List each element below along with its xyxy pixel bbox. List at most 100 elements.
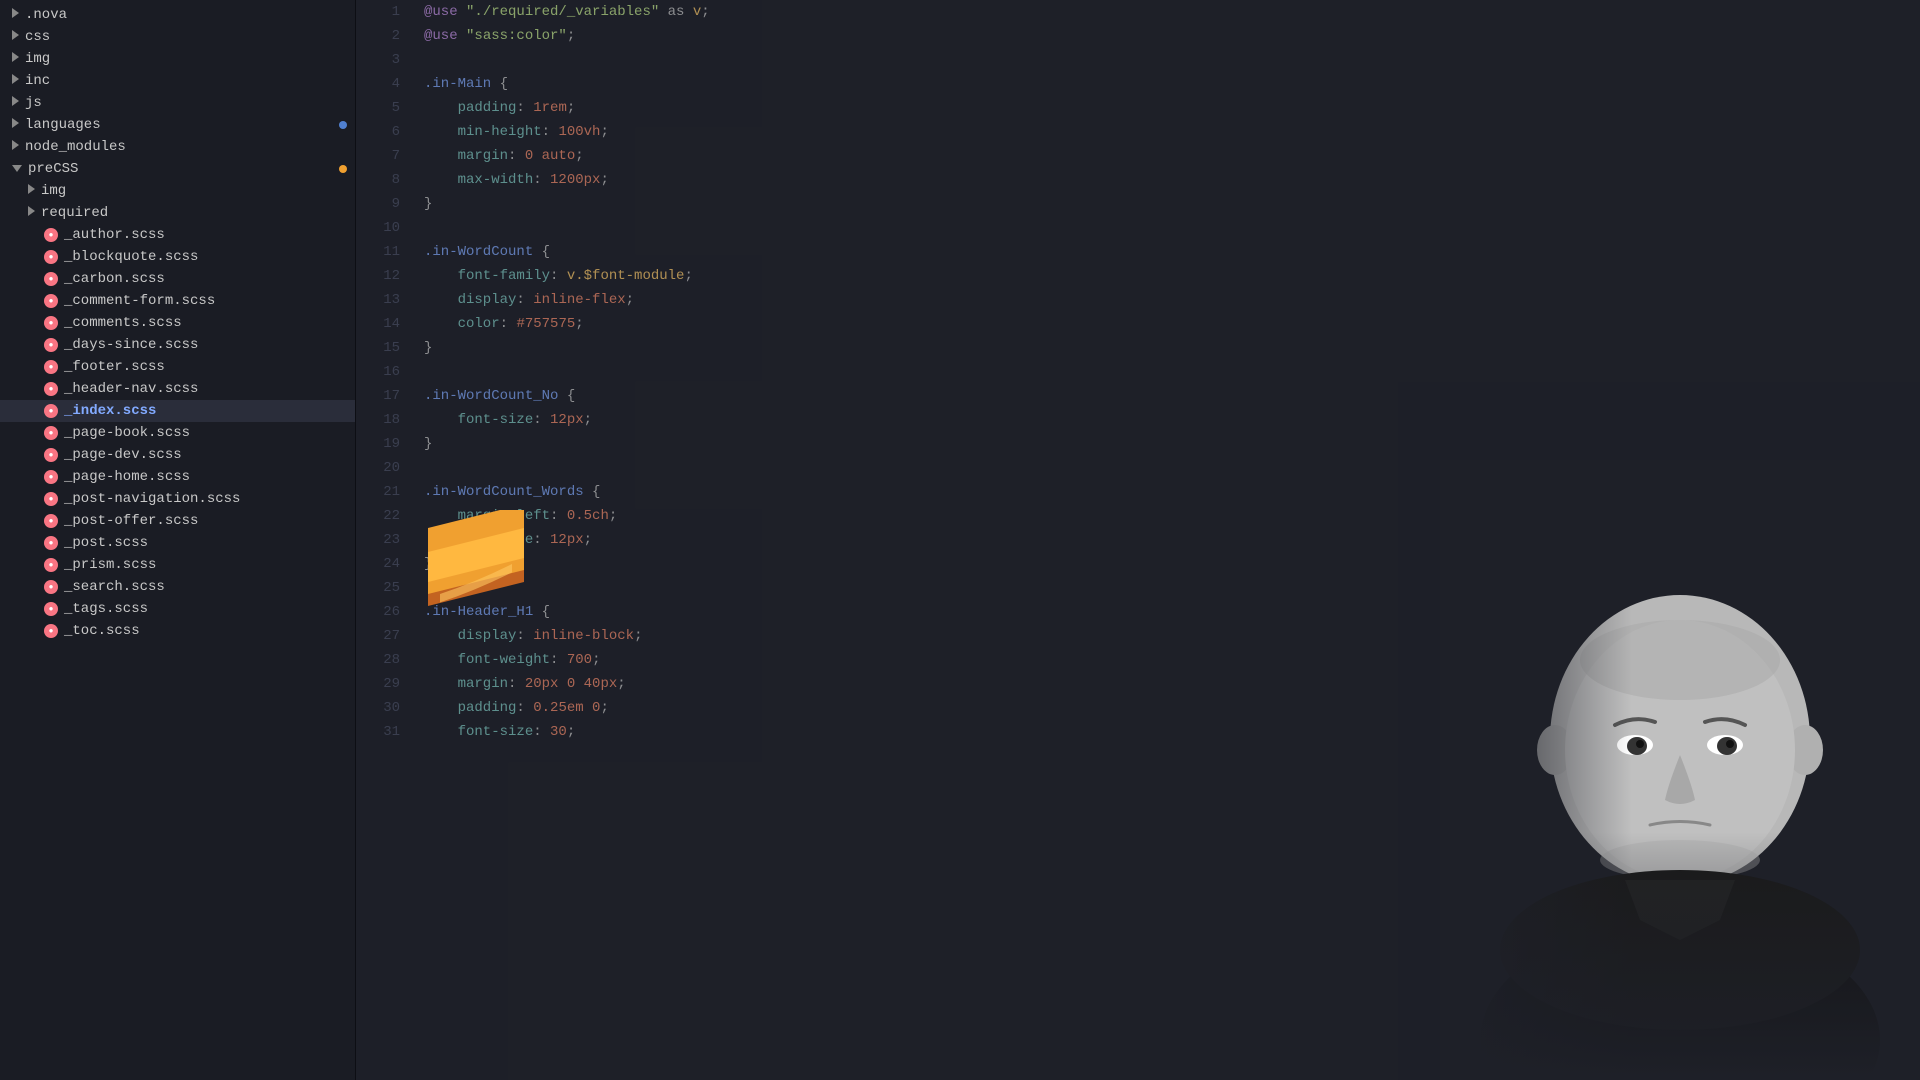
line-number: 7	[364, 144, 400, 168]
scss-file-icon: ●	[44, 558, 58, 572]
sidebar-folder-label: preCSS	[28, 161, 78, 177]
code-line: }	[424, 192, 1920, 216]
code-line: }	[424, 336, 1920, 360]
sidebar-item-_footer[interactable]: ●_footer.scss	[0, 356, 355, 378]
line-number: 26	[364, 600, 400, 624]
sidebar-file-label: _author.scss	[64, 227, 165, 243]
line-number: 13	[364, 288, 400, 312]
sidebar-file-label: _carbon.scss	[64, 271, 165, 287]
scss-file-icon: ●	[44, 272, 58, 286]
sidebar-file-label: _blockquote.scss	[64, 249, 198, 265]
sidebar-item-_toc[interactable]: ●_toc.scss	[0, 620, 355, 642]
sidebar-item-_post-navigation[interactable]: ●_post-navigation.scss	[0, 488, 355, 510]
code-line: font-size: 30;	[424, 720, 1920, 744]
sidebar-item-inc[interactable]: inc	[0, 70, 355, 92]
code-line	[424, 48, 1920, 72]
sidebar-folder-label: .nova	[25, 7, 67, 23]
code-line: }	[424, 552, 1920, 576]
editor: 1234567891011121314151617181920212223242…	[356, 0, 1920, 1080]
sidebar-item-_comment-form[interactable]: ●_comment-form.scss	[0, 290, 355, 312]
sidebar-file-label: _footer.scss	[64, 359, 165, 375]
chevron-down-icon	[12, 161, 28, 177]
line-number: 5	[364, 96, 400, 120]
scss-file-icon: ●	[44, 470, 58, 484]
line-number: 8	[364, 168, 400, 192]
scss-file-icon: ●	[44, 624, 58, 638]
sidebar-item-nova[interactable]: .nova	[0, 4, 355, 26]
sidebar-folder-label: css	[25, 29, 50, 45]
sidebar-file-label: _post-navigation.scss	[64, 491, 240, 507]
line-number: 11	[364, 240, 400, 264]
sidebar-item-_carbon[interactable]: ● _carbon.scss	[0, 268, 355, 290]
sidebar-file-label: _days-since.scss	[64, 337, 198, 353]
code-line: .in-Main {	[424, 72, 1920, 96]
sidebar-item-_blockquote[interactable]: ●_blockquote.scss	[0, 246, 355, 268]
line-number: 17	[364, 384, 400, 408]
scss-file-icon: ●	[44, 316, 58, 330]
code-line: @use "./required/_variables" as v;	[424, 0, 1920, 24]
scss-file-icon: ●	[44, 228, 58, 242]
sidebar-item-_days-since[interactable]: ●_days-since.scss	[0, 334, 355, 356]
sidebar-item-preCSS-img[interactable]: img	[0, 180, 355, 202]
sidebar-file-label: _comment-form.scss	[64, 293, 215, 309]
line-number: 12	[364, 264, 400, 288]
sidebar-file-label: _prism.scss	[64, 557, 156, 573]
code-line	[424, 576, 1920, 600]
sidebar-item-preCSS-required[interactable]: required	[0, 202, 355, 224]
line-number: 21	[364, 480, 400, 504]
sidebar-item-node_modules[interactable]: node_modules	[0, 136, 355, 158]
code-line: margin: 0 auto;	[424, 144, 1920, 168]
sidebar-item-css[interactable]: css	[0, 26, 355, 48]
scss-file-icon: ●	[44, 602, 58, 616]
code-line: .in-WordCount_Words {	[424, 480, 1920, 504]
scss-file-icon: ●	[44, 382, 58, 396]
code-line: @use "sass:color";	[424, 24, 1920, 48]
sidebar-item-languages[interactable]: languages	[0, 114, 355, 136]
chevron-right-icon	[12, 95, 25, 111]
sidebar-item-img[interactable]: img	[0, 48, 355, 70]
sidebar-item-js[interactable]: js	[0, 92, 355, 114]
sidebar-file-label: _page-home.scss	[64, 469, 190, 485]
sidebar-folder-label: img	[25, 51, 50, 67]
sidebar-item-_post-offer[interactable]: ●_post-offer.scss	[0, 510, 355, 532]
line-number: 1	[364, 0, 400, 24]
chevron-right-icon	[12, 29, 25, 45]
sidebar-file-label: _index.scss	[64, 403, 156, 419]
sidebar-item-_index[interactable]: ● _index.scss	[0, 400, 355, 422]
code-area[interactable]: 1234567891011121314151617181920212223242…	[356, 0, 1920, 1080]
line-number: 4	[364, 72, 400, 96]
sidebar-folder-label: img	[41, 183, 66, 199]
sidebar-item-preCSS[interactable]: preCSS	[0, 158, 355, 180]
sidebar-file-label: _post.scss	[64, 535, 148, 551]
sidebar-item-_page-dev[interactable]: ●_page-dev.scss	[0, 444, 355, 466]
sidebar-file-label: _tags.scss	[64, 601, 148, 617]
sidebar-item-_page-book[interactable]: ●_page-book.scss	[0, 422, 355, 444]
line-number: 25	[364, 576, 400, 600]
line-number: 28	[364, 648, 400, 672]
code-line: display: inline-block;	[424, 624, 1920, 648]
sidebar-item-_header-nav[interactable]: ●_header-nav.scss	[0, 378, 355, 400]
sidebar-folder-label: node_modules	[25, 139, 126, 155]
sidebar-item-_tags[interactable]: ● _tags.scss	[0, 598, 355, 620]
sidebar-item-_comments[interactable]: ●_comments.scss	[0, 312, 355, 334]
modified-badge	[339, 165, 347, 173]
sidebar-item-_post[interactable]: ●_post.scss	[0, 532, 355, 554]
scss-file-icon: ●	[44, 404, 58, 418]
chevron-right-icon	[28, 205, 41, 221]
sidebar-item-_author[interactable]: ● _author.scss	[0, 224, 355, 246]
code-line: }	[424, 432, 1920, 456]
chevron-right-icon	[12, 139, 25, 155]
code-line	[424, 456, 1920, 480]
sidebar-item-_search[interactable]: ●_search.scss	[0, 576, 355, 598]
line-number: 23	[364, 528, 400, 552]
code-content[interactable]: @use "./required/_variables" as v;@use "…	[408, 0, 1920, 1080]
line-number: 6	[364, 120, 400, 144]
sidebar-folder-label: inc	[25, 73, 50, 89]
code-line: padding: 1rem;	[424, 96, 1920, 120]
code-line: font-weight: 700;	[424, 648, 1920, 672]
line-number: 30	[364, 696, 400, 720]
line-numbers: 1234567891011121314151617181920212223242…	[356, 0, 408, 1080]
scss-file-icon: ●	[44, 580, 58, 594]
sidebar-item-_page-home[interactable]: ● _page-home.scss	[0, 466, 355, 488]
sidebar-item-_prism[interactable]: ● _prism.scss	[0, 554, 355, 576]
